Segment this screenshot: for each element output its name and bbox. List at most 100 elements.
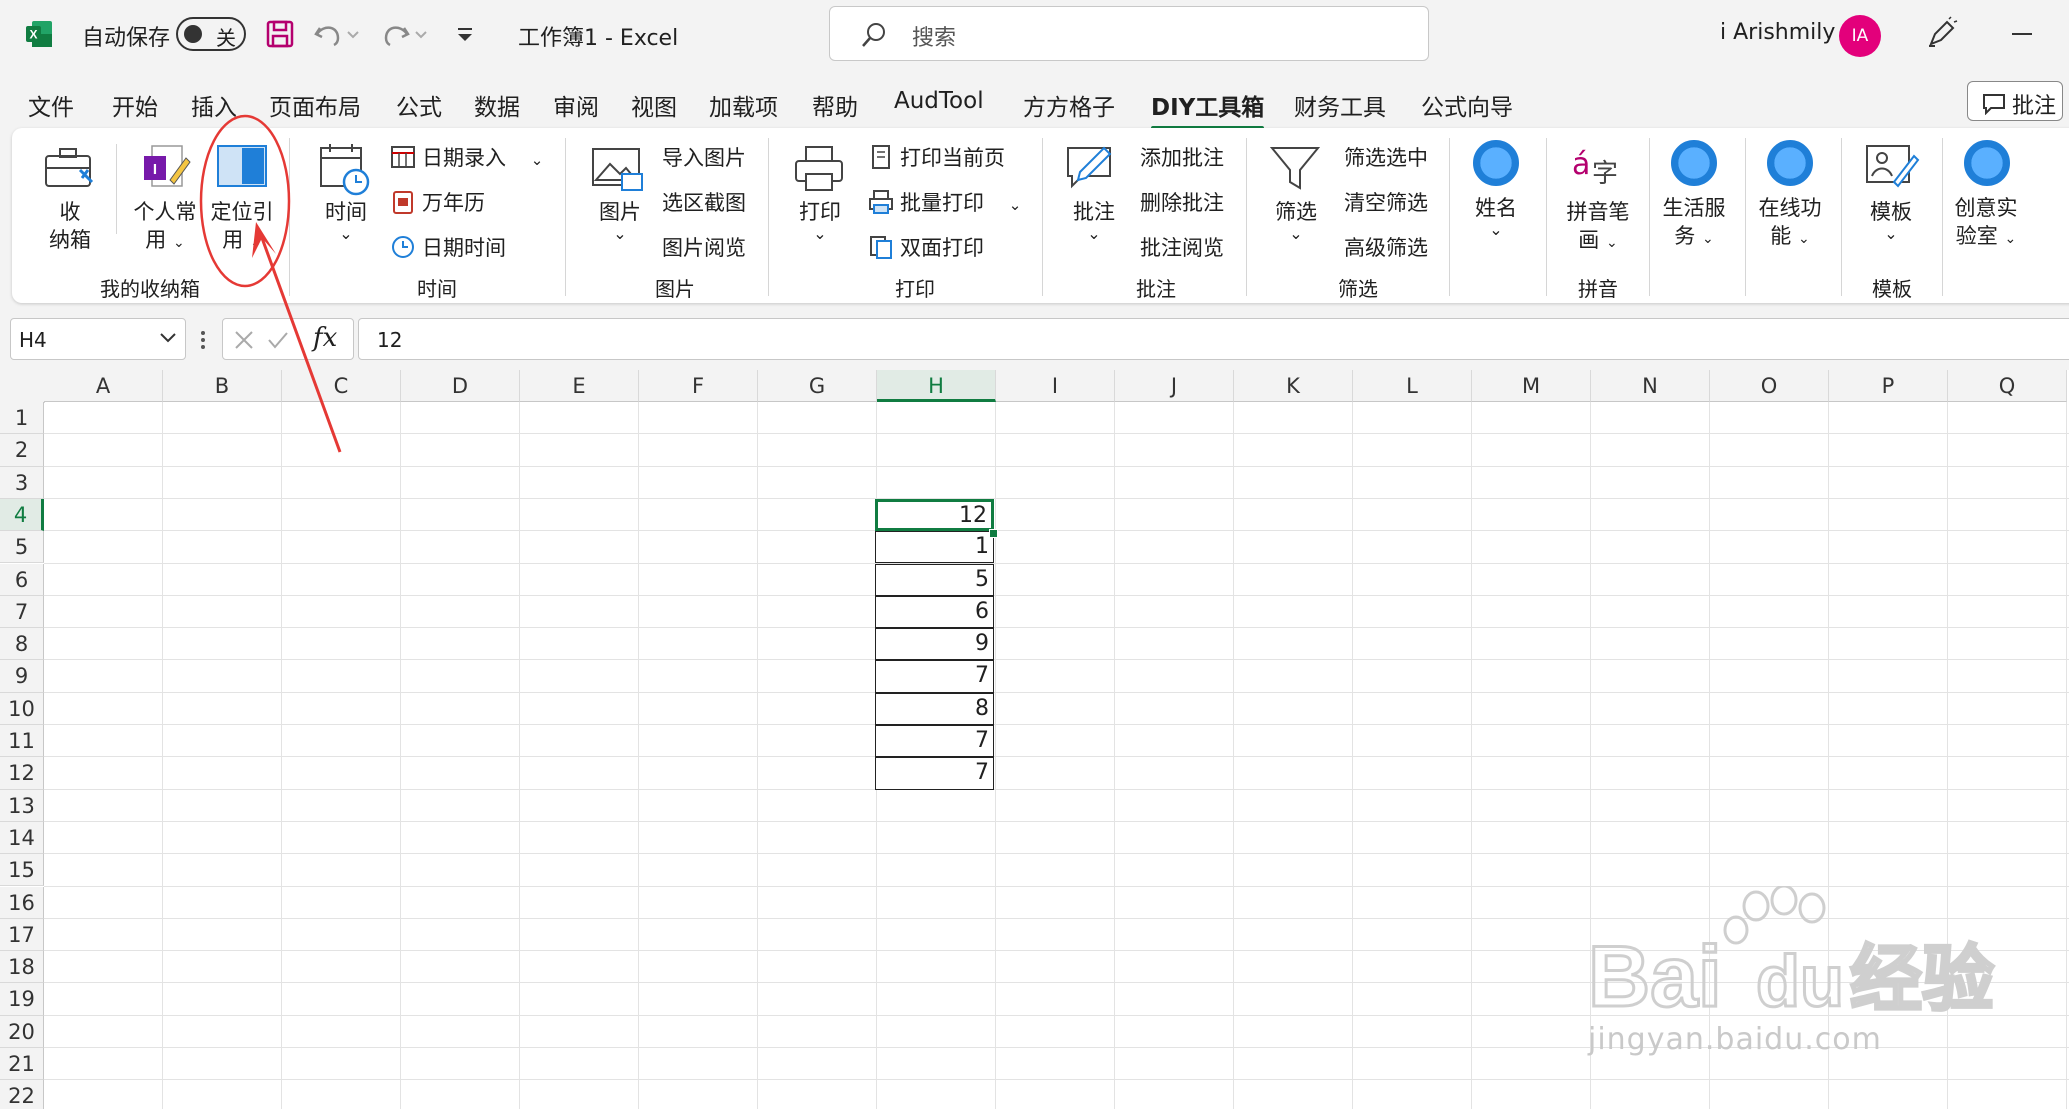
region-screenshot-button[interactable]: 选区截图 (662, 187, 746, 217)
row-header-1[interactable]: 1 (0, 402, 44, 435)
cell-h9[interactable]: 7 (875, 660, 994, 693)
row-header-9[interactable]: 9 (0, 660, 44, 693)
row-header-19[interactable]: 19 (0, 983, 44, 1016)
search-box[interactable]: 搜索 (829, 6, 1429, 61)
tab-view[interactable]: 视图 (631, 88, 677, 122)
select-all-corner[interactable] (0, 370, 45, 403)
import-picture-button[interactable]: 导入图片 (662, 142, 746, 172)
column-header-b[interactable]: B (163, 370, 282, 402)
date-entry-button[interactable]: 日期录入 ⌄ (390, 142, 543, 172)
redo-dropdown-icon[interactable] (414, 18, 428, 50)
browse-comment-button[interactable]: 批注阅览 (1140, 232, 1224, 262)
cell-h10[interactable]: 8 (875, 692, 994, 725)
row-header-5[interactable]: 5 (0, 531, 44, 564)
undo-icon[interactable] (312, 18, 344, 50)
row-header-13[interactable]: 13 (0, 789, 44, 822)
tab-fangfanggezi[interactable]: 方方格子 (1023, 88, 1115, 122)
clear-filter-button[interactable]: 清空筛选 (1344, 187, 1428, 217)
tab-formulas[interactable]: 公式 (396, 88, 442, 122)
enter-check-icon[interactable] (267, 329, 289, 351)
print-current-page-button[interactable]: 打印当前页 (868, 142, 1005, 172)
tab-file[interactable]: 文件 (28, 88, 74, 122)
tab-data[interactable]: 数据 (474, 88, 520, 122)
creative-lab-button[interactable]: 创意实 验室 ⌄ (1948, 194, 2024, 253)
tab-help[interactable]: 帮助 (812, 88, 858, 122)
row-header-22[interactable]: 22 (0, 1080, 44, 1109)
locate-reference-button[interactable]: 定位引 用 ⌄ (206, 198, 278, 257)
column-header-f[interactable]: F (639, 370, 758, 402)
tab-review[interactable]: 审阅 (553, 88, 599, 122)
row-header-20[interactable]: 20 (0, 1015, 44, 1048)
column-header-c[interactable]: C (282, 370, 401, 402)
filter-button[interactable]: 筛选 ⌄ (1268, 198, 1324, 242)
column-header-k[interactable]: K (1234, 370, 1353, 402)
row-header-3[interactable]: 3 (0, 466, 44, 499)
designer-pen-icon[interactable] (1925, 16, 1959, 50)
cell-h11[interactable]: 7 (875, 725, 994, 758)
column-header-i[interactable]: I (996, 370, 1115, 402)
perpetual-calendar-button[interactable]: 万年历 (390, 187, 485, 217)
tab-diy-toolbox[interactable]: DIY工具箱 (1151, 88, 1265, 130)
name-button[interactable]: 姓名 ⌄ (1466, 194, 1526, 238)
chevron-down-icon[interactable] (159, 331, 177, 345)
column-header-p[interactable]: P (1829, 370, 1948, 402)
formula-input[interactable]: 12 (358, 318, 2069, 360)
comments-button[interactable]: 批注 (1967, 81, 2063, 121)
pinyin-stroke-button[interactable]: 拼音笔 画 ⌄ (1560, 198, 1636, 257)
excel-logo-icon[interactable]: X (24, 19, 54, 49)
column-header-o[interactable]: O (1710, 370, 1829, 402)
picture-button[interactable]: 图片 ⌄ (592, 198, 648, 242)
row-header-10[interactable]: 10 (0, 692, 44, 725)
row-header-18[interactable]: 18 (0, 951, 44, 984)
delete-comment-button[interactable]: 删除批注 (1140, 187, 1224, 217)
row-header-17[interactable]: 17 (0, 918, 44, 952)
tab-formula-wizard[interactable]: 公式向导 (1421, 88, 1513, 122)
row-header-8[interactable]: 8 (0, 628, 44, 661)
column-header-l[interactable]: L (1353, 370, 1472, 402)
comment-button[interactable]: 批注 ⌄ (1066, 198, 1122, 242)
life-service-button[interactable]: 生活服 务 ⌄ (1656, 194, 1732, 253)
template-button[interactable]: 模板 ⌄ (1860, 198, 1922, 242)
advanced-filter-button[interactable]: 高级筛选 (1344, 232, 1428, 262)
column-header-m[interactable]: M (1472, 370, 1591, 402)
cell-h7[interactable]: 6 (875, 595, 994, 629)
time-button[interactable]: 时间 ⌄ (318, 198, 374, 242)
tab-insert[interactable]: 插入 (191, 88, 237, 122)
undo-dropdown-icon[interactable] (346, 18, 360, 50)
row-header-21[interactable]: 21 (0, 1048, 44, 1081)
duplex-print-button[interactable]: 双面打印 (868, 232, 984, 262)
row-header-16[interactable]: 16 (0, 886, 44, 919)
picture-browse-button[interactable]: 图片阅览 (662, 232, 746, 262)
row-header-4[interactable]: 4 (0, 498, 44, 532)
avatar[interactable]: IA (1839, 15, 1881, 57)
tab-home[interactable]: 开始 (112, 88, 158, 122)
column-header-g[interactable]: G (758, 370, 877, 402)
cell-h5[interactable]: 1 (875, 531, 994, 564)
print-button[interactable]: 打印 ⌄ (792, 198, 848, 242)
storage-box-button[interactable]: 收 纳箱 (48, 198, 92, 254)
tab-page-layout[interactable]: 页面布局 (269, 88, 361, 122)
tab-audtool[interactable]: AudTool (894, 88, 984, 114)
cancel-icon[interactable] (233, 329, 255, 351)
cell-h4[interactable]: 12 (875, 498, 994, 532)
row-header-14[interactable]: 14 (0, 821, 44, 855)
tab-addins[interactable]: 加载项 (709, 88, 778, 122)
column-header-e[interactable]: E (520, 370, 639, 402)
name-box[interactable]: H4 (10, 318, 186, 360)
column-header-j[interactable]: J (1115, 370, 1234, 402)
customize-toolbar-icon[interactable] (452, 18, 478, 50)
filter-selected-button[interactable]: 筛选选中 (1344, 142, 1428, 172)
cell-h12[interactable]: 7 (875, 757, 994, 790)
column-header-a[interactable]: A (44, 370, 163, 402)
personal-common-button[interactable]: 个人常 用 ⌄ (130, 198, 200, 257)
row-header-12[interactable]: 12 (0, 757, 44, 790)
insert-function-icon[interactable]: fx (313, 323, 337, 353)
autosave-toggle[interactable]: 关 (176, 17, 246, 51)
column-header-d[interactable]: D (401, 370, 520, 402)
add-comment-button[interactable]: 添加批注 (1140, 142, 1224, 172)
row-header-7[interactable]: 7 (0, 595, 44, 629)
date-time-button[interactable]: 日期时间 (390, 232, 506, 262)
online-function-button[interactable]: 在线功 能 ⌄ (1752, 194, 1828, 253)
column-header-h[interactable]: H (877, 370, 996, 402)
save-icon[interactable] (264, 18, 296, 50)
